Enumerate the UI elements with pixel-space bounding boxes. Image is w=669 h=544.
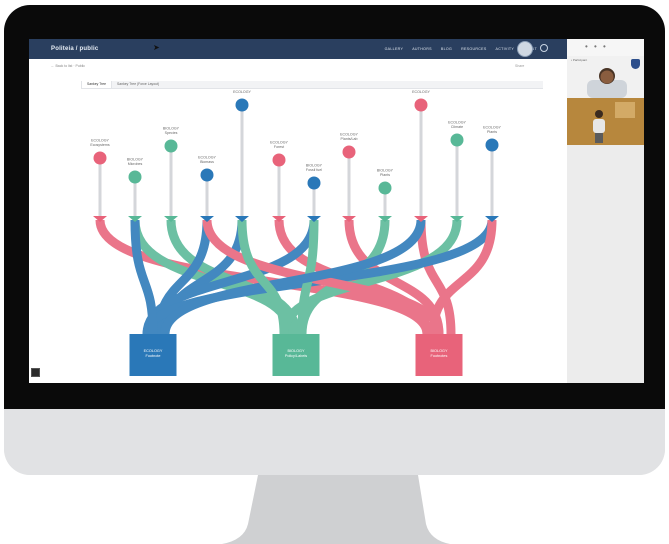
participant-video-1[interactable]: • Participant bbox=[567, 56, 644, 98]
node-circle[interactable] bbox=[307, 176, 321, 190]
category-box-label: ECOLOGY bbox=[144, 349, 163, 353]
category-box-label: Footnote bbox=[146, 354, 161, 358]
node-hub bbox=[164, 216, 178, 222]
node-circle[interactable] bbox=[342, 145, 356, 159]
participant-figure-1 bbox=[587, 68, 627, 98]
sankey-flow bbox=[130, 219, 158, 335]
category-box-label: BIOLOGY bbox=[430, 349, 448, 353]
node-label: ECOLOGY bbox=[270, 141, 288, 145]
node-hub bbox=[307, 216, 321, 222]
node-label: ECOLOGY bbox=[198, 156, 216, 160]
screen: Politeia / public ➤ GALLERY AUTHORS BLOG… bbox=[29, 39, 644, 383]
node-label: Plants bbox=[487, 130, 497, 134]
node-circle[interactable] bbox=[450, 133, 464, 147]
node-hub bbox=[128, 216, 142, 222]
sankey-tree-chart: ECOLOGYEcosystemsBIOLOGYMicrobesBIOLOGYS… bbox=[90, 90, 501, 376]
node-label: BIOLOGY bbox=[306, 164, 323, 168]
video-call-panel: • • • • Participant bbox=[567, 39, 644, 383]
node-label: Species bbox=[165, 131, 178, 135]
participant-figure-2 bbox=[567, 98, 644, 145]
node-label: Biomass bbox=[200, 160, 214, 164]
node-hub bbox=[414, 216, 428, 222]
node-label: ECOLOGY bbox=[91, 139, 109, 143]
node-circle[interactable] bbox=[93, 151, 107, 165]
node-label: ECOLOGY bbox=[412, 90, 430, 94]
node-label: ECOLOGY bbox=[448, 121, 466, 125]
node-circle[interactable] bbox=[272, 153, 286, 167]
more-icon[interactable]: • • • bbox=[585, 42, 608, 51]
node-label: ECOLOGY bbox=[340, 133, 358, 137]
node-label: ECOLOGY bbox=[483, 126, 501, 130]
participant-video-2[interactable] bbox=[567, 98, 644, 145]
node-hub bbox=[93, 216, 107, 222]
node-label: Microbes bbox=[128, 162, 143, 166]
node-circle[interactable] bbox=[128, 170, 142, 184]
node-hub bbox=[450, 216, 464, 222]
taskbar-icon[interactable] bbox=[31, 368, 40, 377]
category-box-label: Footnotes bbox=[431, 354, 448, 358]
node-circle[interactable] bbox=[200, 168, 214, 182]
node-label: BIOLOGY bbox=[127, 158, 144, 162]
node-label: BIOLOGY bbox=[163, 127, 180, 131]
node-circle[interactable] bbox=[235, 98, 249, 112]
node-label: Fossil fuel bbox=[306, 168, 322, 172]
node-circle[interactable] bbox=[485, 138, 499, 152]
node-hub bbox=[342, 216, 356, 222]
sankey-flows bbox=[95, 219, 497, 336]
node-circle[interactable] bbox=[164, 139, 178, 153]
category-box-label: BIOLOGY bbox=[287, 349, 305, 353]
category-box-label: Policy/Labels bbox=[285, 354, 307, 358]
node-label: ECOLOGY bbox=[233, 90, 251, 94]
node-label: Ecosystems bbox=[90, 143, 110, 147]
node-hub bbox=[378, 216, 392, 222]
node-circle[interactable] bbox=[414, 98, 428, 112]
node-label: BIOLOGY bbox=[377, 169, 394, 173]
node-label: Climate bbox=[451, 125, 463, 129]
node-hub bbox=[485, 216, 499, 222]
node-label: Plants/Lab bbox=[341, 137, 358, 141]
node-label: Forest bbox=[274, 145, 284, 149]
node-label: Plants bbox=[380, 173, 390, 177]
node-circle[interactable] bbox=[378, 181, 392, 195]
video-panel-header: • • • bbox=[567, 39, 644, 57]
node-hub bbox=[235, 216, 249, 222]
node-hub bbox=[200, 216, 214, 222]
node-hub bbox=[272, 216, 286, 222]
